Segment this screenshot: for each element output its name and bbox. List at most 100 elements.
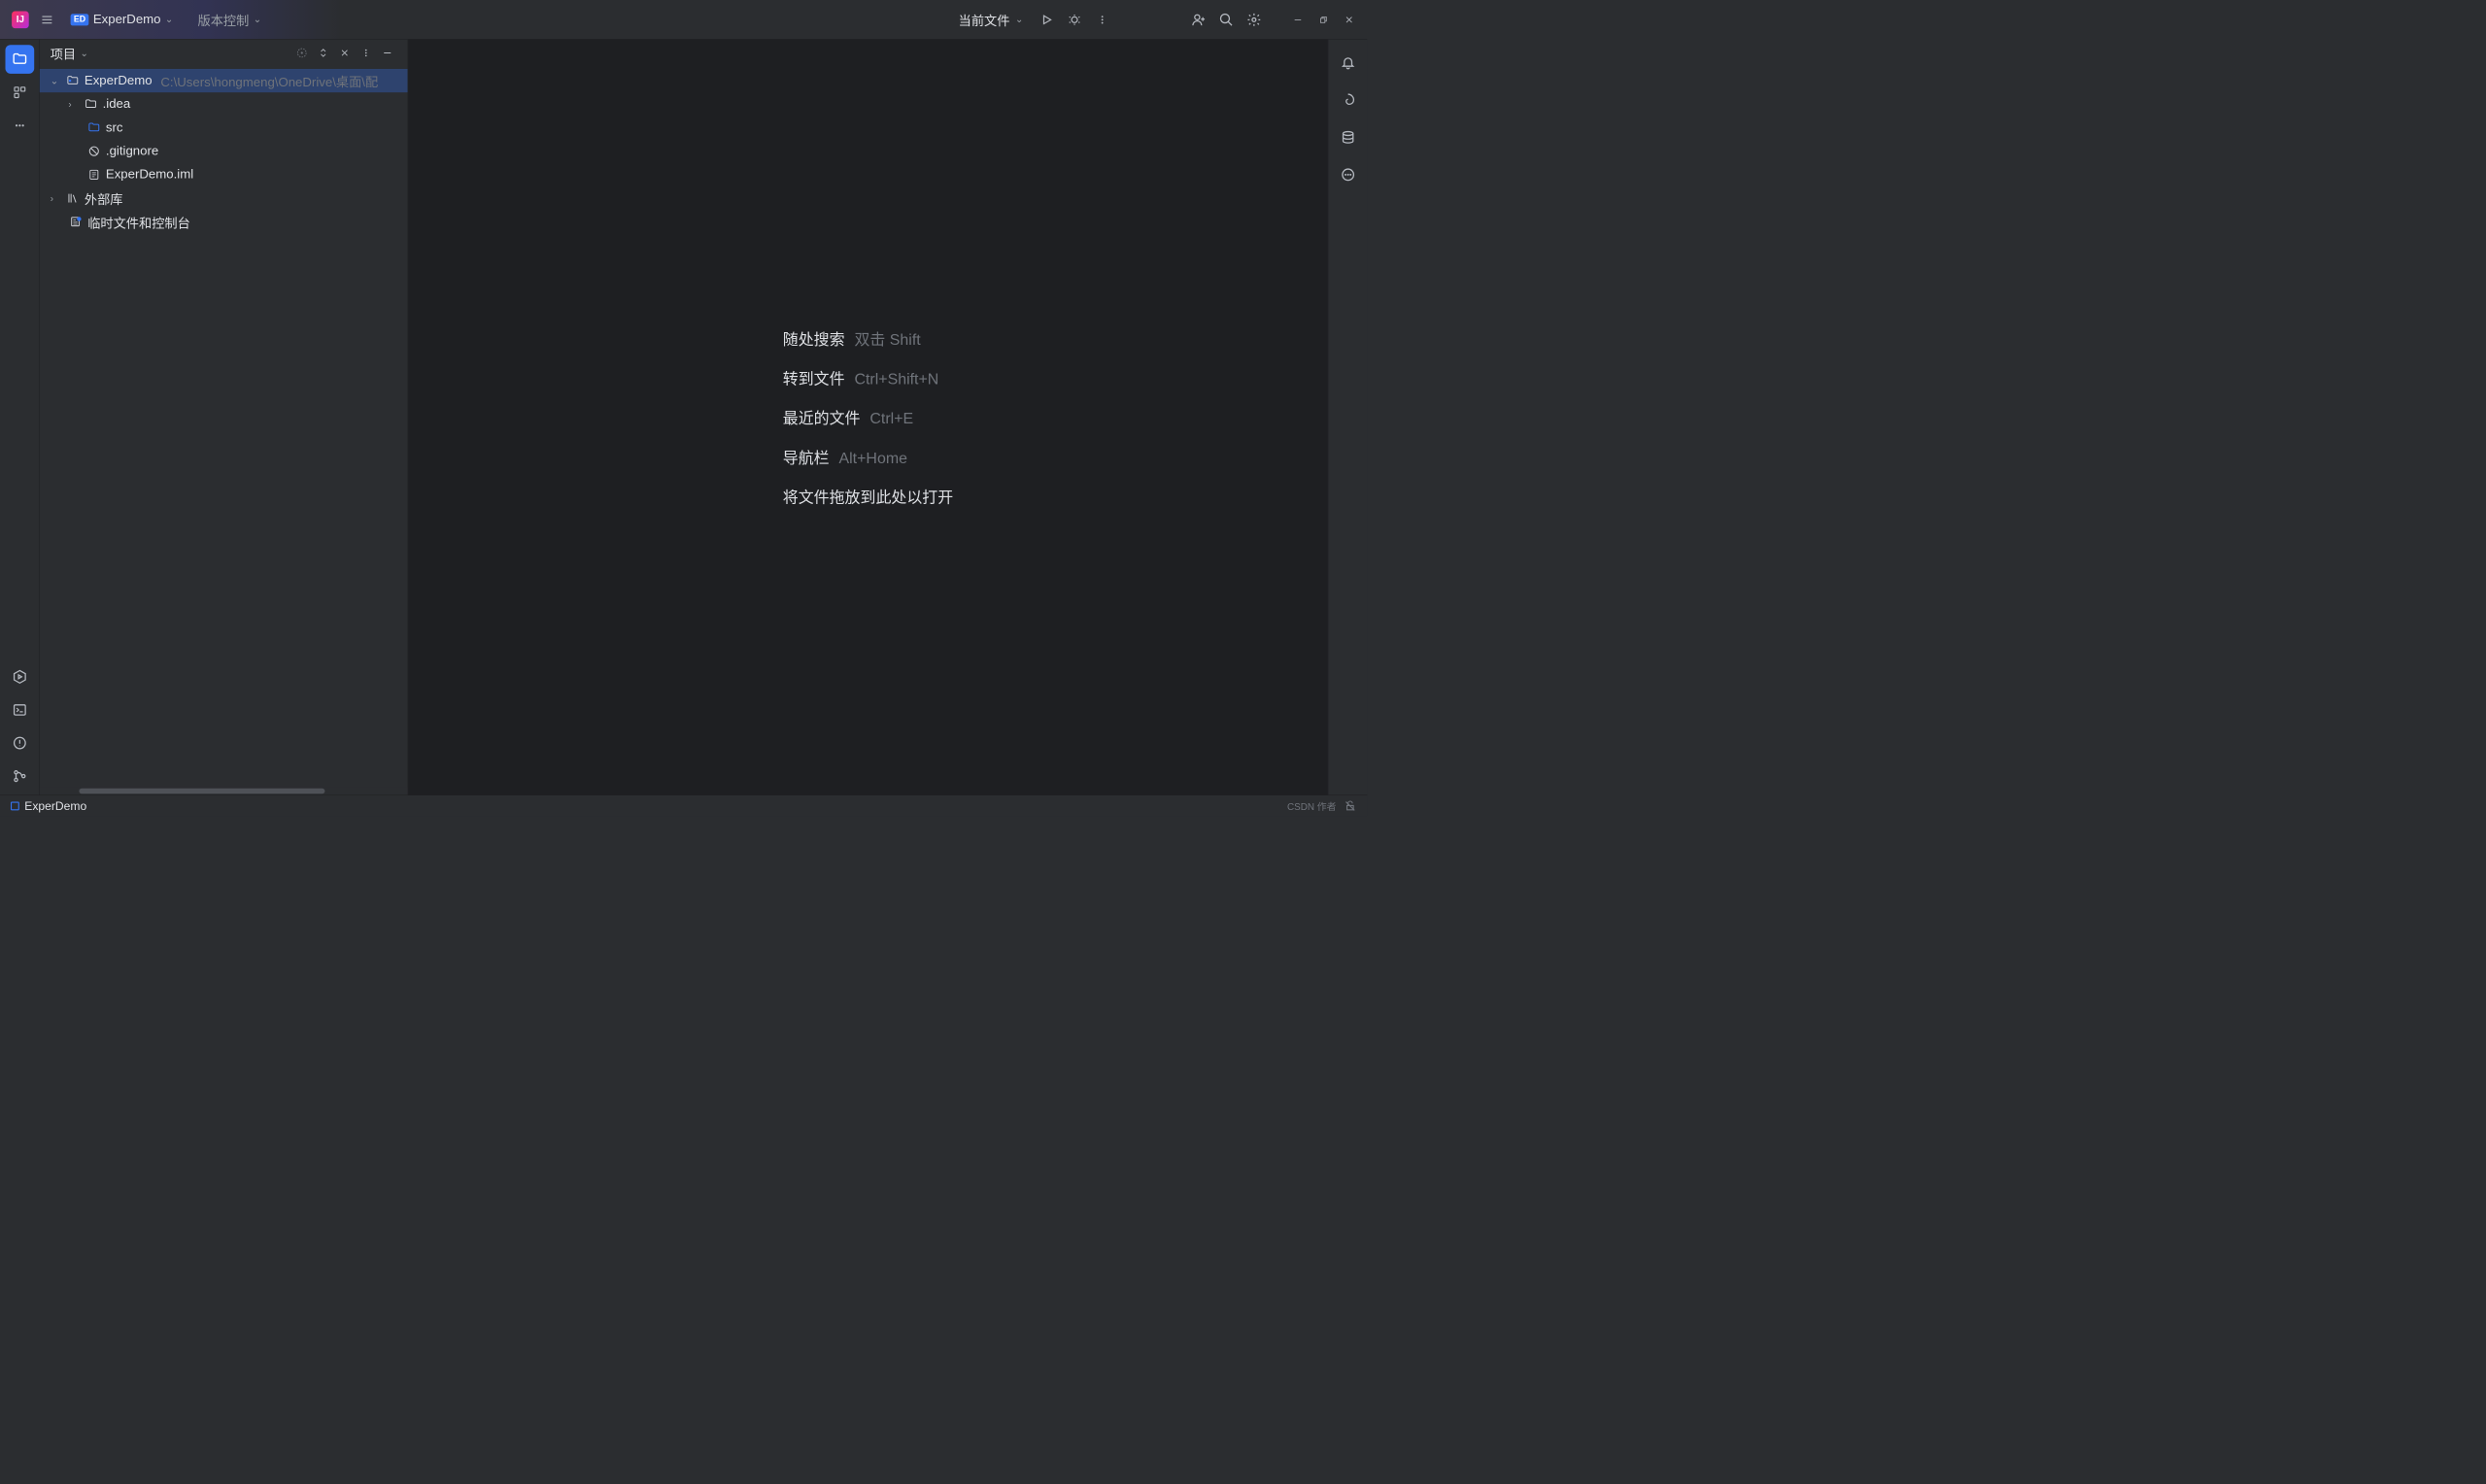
hamburger-icon [41, 13, 53, 25]
hint-shortcut: Ctrl+E [869, 410, 913, 427]
folder-icon [12, 51, 28, 68]
more-actions-button[interactable] [1091, 8, 1114, 31]
run-config-selector[interactable]: 当前文件 ⌄ [951, 8, 1031, 31]
more-circle-icon [1341, 167, 1355, 182]
title-left: IJ ED ExperDemo ⌄ 版本控制 ⌄ [7, 10, 261, 29]
hint-label: 导航栏 [783, 446, 830, 468]
tree-node-scratch[interactable]: 临时文件和控制台 [40, 210, 408, 233]
window-controls [1286, 8, 1361, 31]
hint-label: 将文件拖放到此处以打开 [783, 485, 953, 507]
scrollbar-thumb[interactable] [79, 789, 324, 794]
chevron-down-icon: ⌄ [1015, 14, 1023, 25]
project-panel-title[interactable]: 项目 ⌄ [51, 44, 88, 62]
collapse-icon [339, 48, 350, 58]
more-right-tool-button[interactable] [1334, 160, 1363, 189]
status-left[interactable]: ExperDemo [11, 799, 86, 813]
vcs-label: 版本控制 [198, 10, 250, 28]
maximize-button[interactable] [1311, 8, 1335, 31]
chevron-right-icon[interactable]: › [51, 192, 61, 204]
folder-icon [84, 97, 98, 112]
chevron-down-icon: ⌄ [165, 14, 173, 25]
lock-off-icon[interactable] [1344, 799, 1356, 812]
tree-node-src[interactable]: src [40, 116, 408, 139]
project-panel-header: 项目 ⌄ [40, 40, 408, 67]
chevron-down-icon[interactable]: ⌄ [51, 75, 61, 86]
main-menu-button[interactable] [38, 10, 57, 29]
structure-tool-button[interactable] [5, 78, 34, 107]
hint-shortcut: Ctrl+Shift+N [854, 371, 938, 388]
status-bar: ExperDemo CSDN 作者 [0, 794, 1367, 816]
hide-panel-button[interactable] [378, 44, 397, 63]
title-right: 当前文件 ⌄ [951, 8, 1361, 31]
database-icon [1341, 130, 1355, 145]
node-label: 临时文件和控制台 [87, 213, 190, 231]
status-project-label: ExperDemo [24, 799, 86, 813]
minimize-button[interactable] [1286, 8, 1310, 31]
node-label: ExperDemo [85, 73, 153, 87]
project-tool-button[interactable] [5, 45, 34, 74]
search-everywhere-button[interactable] [1214, 8, 1238, 31]
project-badge: ED [71, 14, 89, 25]
hint-navbar: 导航栏 Alt+Home [783, 446, 953, 468]
tree-node-external-libs[interactable]: › 外部库 [40, 186, 408, 210]
hint-recent-files: 最近的文件 Ctrl+E [783, 406, 953, 428]
kebab-icon [1097, 15, 1107, 25]
iml-file-icon [86, 167, 101, 182]
run-button[interactable] [1035, 8, 1058, 31]
scratch-icon [68, 215, 83, 229]
app-icon[interactable]: IJ [12, 11, 29, 28]
right-tool-rail [1328, 40, 1368, 795]
panel-h-scrollbar[interactable] [40, 788, 408, 795]
node-label: 外部库 [85, 188, 123, 207]
tree-node-idea[interactable]: › .idea [40, 92, 408, 116]
editor-area[interactable]: 随处搜索 双击 Shift 转到文件 Ctrl+Shift+N 最近的文件 Ct… [408, 40, 1328, 795]
search-icon [1219, 12, 1234, 26]
hint-label: 随处搜索 [783, 327, 845, 350]
minimize-icon [1293, 15, 1303, 24]
close-button[interactable] [1338, 8, 1361, 31]
add-user-icon [1191, 12, 1206, 26]
target-icon [295, 47, 308, 59]
debug-button[interactable] [1063, 8, 1086, 31]
warning-icon [12, 735, 26, 750]
tree-node-iml[interactable]: ExperDemo.iml [40, 163, 408, 186]
select-opened-file-button[interactable] [292, 44, 312, 63]
welcome-hints: 随处搜索 双击 Shift 转到文件 Ctrl+Shift+N 最近的文件 Ct… [783, 327, 953, 508]
project-selector[interactable]: ED ExperDemo ⌄ [65, 10, 179, 29]
hint-label: 最近的文件 [783, 406, 861, 428]
expand-all-button[interactable] [314, 44, 333, 63]
project-tree[interactable]: ⌄ ExperDemo C:\Users\hongmeng\OneDrive\桌… [40, 66, 408, 794]
panel-options-button[interactable] [357, 44, 376, 63]
collapse-all-button[interactable] [335, 44, 355, 63]
git-branch-icon [12, 768, 26, 783]
more-tool-button[interactable] [5, 111, 34, 140]
services-tool-button[interactable] [5, 662, 34, 691]
terminal-tool-button[interactable] [5, 695, 34, 725]
code-with-me-button[interactable] [1187, 8, 1210, 31]
structure-icon [13, 85, 26, 99]
ignore-file-icon [86, 144, 101, 158]
chevron-right-icon[interactable]: › [68, 98, 79, 110]
node-label: ExperDemo.iml [106, 167, 193, 182]
vcs-menu[interactable]: 版本控制 ⌄ [198, 10, 262, 28]
database-tool-button[interactable] [1334, 123, 1363, 152]
settings-button[interactable] [1243, 8, 1266, 31]
bug-icon [1068, 13, 1081, 26]
tree-node-gitignore[interactable]: .gitignore [40, 140, 408, 163]
ai-assistant-tool-button[interactable] [1334, 85, 1363, 115]
chevron-down-icon: ⌄ [81, 48, 88, 59]
notifications-tool-button[interactable] [1334, 49, 1363, 78]
expand-icon [318, 48, 328, 58]
node-label: src [106, 120, 123, 135]
left-tool-rail [0, 40, 40, 795]
git-tool-button[interactable] [5, 761, 34, 791]
module-folder-icon [65, 73, 80, 87]
hint-search-everywhere: 随处搜索 双击 Shift [783, 327, 953, 350]
tree-root-node[interactable]: ⌄ ExperDemo C:\Users\hongmeng\OneDrive\桌… [40, 69, 408, 92]
problems-tool-button[interactable] [5, 728, 34, 758]
hint-label: 转到文件 [783, 366, 845, 388]
project-panel: 项目 ⌄ [40, 40, 409, 795]
node-label: .gitignore [106, 144, 158, 158]
restore-icon [1319, 16, 1328, 24]
services-icon [12, 669, 26, 684]
